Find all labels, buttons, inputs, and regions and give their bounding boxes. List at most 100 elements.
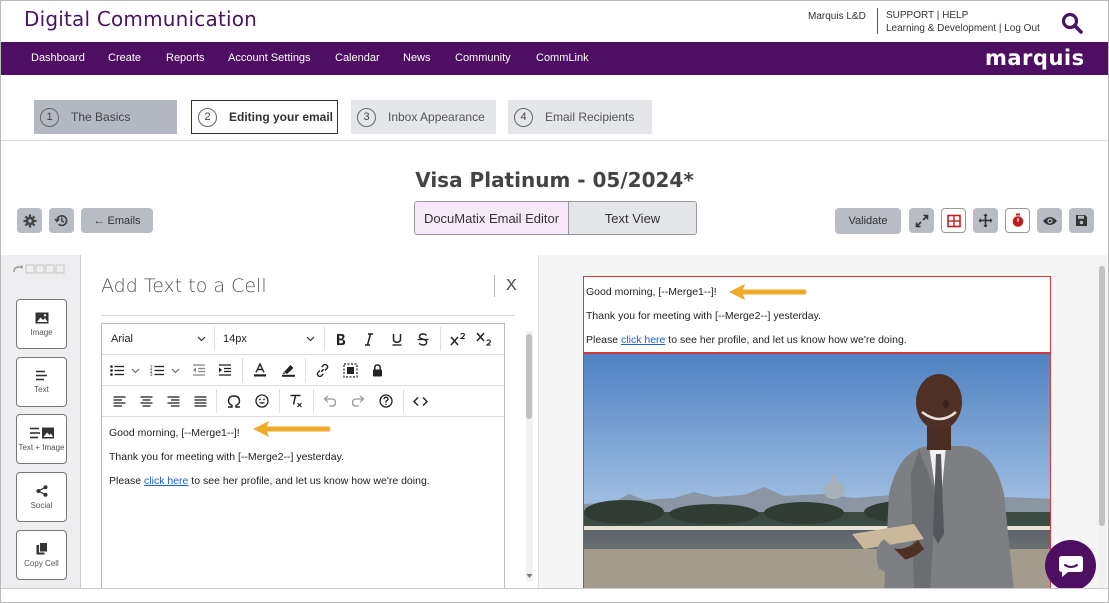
select-all-icon (342, 362, 358, 378)
tab-documatix-editor[interactable]: DocuMatix Email Editor (415, 202, 569, 234)
text-label: Text (34, 385, 49, 394)
strikethrough-button[interactable] (412, 328, 434, 350)
history-icon (54, 214, 68, 227)
timer-button[interactable] (1005, 208, 1030, 233)
superscript-button[interactable] (446, 328, 470, 350)
support-help-link[interactable]: SUPPORT | HELP (886, 9, 1040, 22)
nav-account-settings[interactable]: Account Settings (228, 52, 311, 64)
add-social-cell-button[interactable]: Social (16, 472, 67, 522)
outdent-button[interactable] (188, 359, 210, 381)
align-left-icon (113, 395, 125, 407)
line3-prefix: Please (109, 475, 145, 487)
tab-text-view[interactable]: Text View (569, 202, 696, 234)
support-links[interactable]: SUPPORT | HELP Learning & Development | … (886, 9, 1040, 35)
justify-button[interactable] (189, 390, 211, 412)
close-panel-button[interactable]: X (506, 277, 517, 295)
expand-button[interactable] (909, 208, 934, 233)
floppy-disk-icon (1076, 215, 1087, 226)
nav-commlink[interactable]: CommLink (536, 52, 589, 64)
bottom-scrollbar (1, 588, 1108, 602)
settings-button[interactable] (17, 208, 42, 233)
toolbar-row-3 (102, 386, 504, 417)
preview-scroll-thumb[interactable] (1099, 266, 1105, 526)
undo-button[interactable] (318, 390, 342, 412)
emoji-button[interactable] (250, 390, 274, 412)
copy-cell-button[interactable]: Copy Cell (16, 530, 67, 580)
content-line-3: Please click here to see her profile, an… (109, 475, 499, 488)
validate-button[interactable]: Validate (835, 208, 901, 234)
outdent-icon (193, 364, 205, 376)
nav-community[interactable]: Community (455, 52, 511, 64)
bullet-list-button[interactable] (108, 359, 144, 381)
move-button[interactable] (973, 208, 998, 233)
indent-button[interactable] (214, 359, 236, 381)
save-button[interactable] (1069, 208, 1094, 233)
toolbar-row-2: 123 (102, 355, 504, 386)
toolbar-separator (305, 358, 306, 382)
help-button[interactable] (374, 390, 398, 412)
preview-button[interactable] (1037, 208, 1062, 233)
annotation-arrow-preview (729, 284, 807, 300)
insert-link-button[interactable] (310, 359, 334, 381)
align-right-icon (167, 395, 179, 407)
bold-button[interactable] (330, 328, 352, 350)
bold-icon (337, 333, 346, 345)
clear-formatting-button[interactable] (284, 390, 308, 412)
italic-button[interactable] (358, 328, 380, 350)
add-text-cell-button[interactable]: Text (16, 357, 67, 407)
nav-dashboard[interactable]: Dashboard (31, 52, 85, 64)
preview-line-1: Good morning, [--Merge1--]! (586, 286, 717, 298)
history-button[interactable] (49, 208, 74, 233)
font-size-select[interactable]: 14px (218, 328, 320, 350)
chevron-down-icon (197, 336, 206, 342)
click-here-link[interactable]: click here (144, 475, 188, 487)
source-code-button[interactable] (408, 390, 432, 412)
special-character-button[interactable] (222, 390, 246, 412)
text-color-icon (254, 363, 266, 377)
search-icon[interactable] (1061, 12, 1083, 34)
highlight-button[interactable] (276, 359, 300, 381)
eye-icon (1042, 216, 1057, 225)
align-center-button[interactable] (135, 390, 157, 412)
step-email-recipients[interactable]: 4 Email Recipients (508, 100, 652, 134)
scroll-down-arrow-icon[interactable] (526, 573, 533, 579)
grid-layout-button[interactable] (941, 208, 966, 233)
align-left-button[interactable] (108, 390, 130, 412)
editor-scroll-thumb[interactable] (526, 334, 532, 419)
preview-click-here-link[interactable]: click here (621, 334, 665, 346)
redo-button[interactable] (346, 390, 370, 412)
font-family-select[interactable]: Arial (106, 328, 211, 350)
step-the-basics[interactable]: 1 The Basics (34, 100, 177, 134)
image-icon (35, 312, 48, 323)
nav-create[interactable]: Create (108, 52, 141, 64)
preview-line-2: Thank you for meeting with [--Merge2--] … (586, 310, 821, 322)
step-inbox-appearance[interactable]: 3 Inbox Appearance (351, 100, 496, 134)
underline-button[interactable] (386, 328, 408, 350)
preview-line3-suffix: to see her profile, and let us know how … (665, 334, 907, 346)
toolbar-separator (279, 389, 280, 413)
account-logout-link[interactable]: Learning & Development | Log Out (886, 22, 1040, 35)
back-to-emails-button[interactable]: ← Emails (81, 208, 153, 233)
preview-text-cell[interactable]: Good morning, [--Merge1--]! Thank you fo… (583, 276, 1051, 353)
subscript-button[interactable] (472, 328, 496, 350)
org-name[interactable]: Marquis L&D (808, 11, 866, 22)
panel-rule (101, 315, 515, 316)
toolbar-separator (216, 389, 217, 413)
indent-icon (219, 364, 231, 376)
step-editing-your-email[interactable]: 2 Editing your email (191, 100, 338, 134)
nav-calendar[interactable]: Calendar (335, 52, 380, 64)
add-image-cell-button[interactable]: Image (16, 299, 67, 349)
chat-button[interactable] (1045, 540, 1096, 591)
select-all-button[interactable] (338, 359, 362, 381)
nav-reports[interactable]: Reports (166, 52, 205, 64)
text-color-button[interactable] (248, 359, 272, 381)
preview-image-cell[interactable] (583, 353, 1051, 590)
align-right-button[interactable] (162, 390, 184, 412)
highlighter-icon (281, 365, 295, 377)
nav-news[interactable]: News (403, 52, 431, 64)
lock-button[interactable] (366, 359, 388, 381)
mini-toolbar (13, 264, 69, 276)
grid-icon (946, 214, 961, 227)
add-text-image-cell-button[interactable]: Text + Image (16, 414, 67, 464)
numbered-list-button[interactable]: 123 (148, 359, 184, 381)
